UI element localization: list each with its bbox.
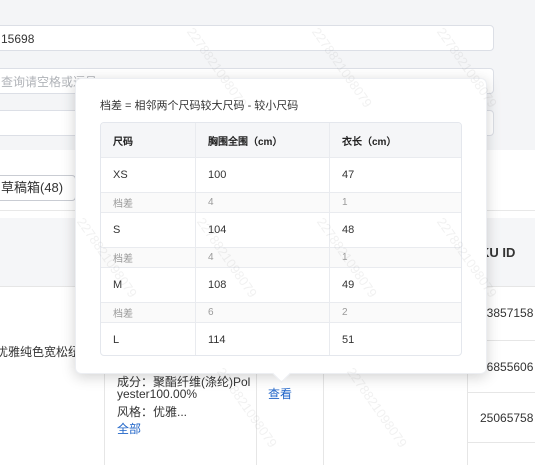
chest-cell: 100: [196, 158, 330, 192]
diff-label-cell: 档差: [101, 193, 196, 212]
table-row: L 114 51: [101, 323, 461, 355]
length-cell: 47: [342, 169, 355, 181]
table-row: 档差 6 2: [101, 303, 461, 323]
chest-cell: 114: [196, 323, 330, 355]
chest-diff-cell: 6: [196, 303, 330, 322]
product-id-input[interactable]: 15698: [0, 25, 494, 51]
view-link[interactable]: 查看: [268, 385, 292, 402]
sku-id: 25065758: [480, 411, 534, 425]
header-chest: 胸围全围（cm）: [196, 123, 330, 157]
length-diff-cell: 1: [342, 197, 348, 208]
show-all-link[interactable]: 全部: [117, 420, 141, 437]
popover-arrow: [272, 364, 291, 383]
table-row: XS 100 47: [101, 158, 461, 193]
table-row: S 104 48: [101, 213, 461, 248]
table-row: 档差 4 1: [101, 193, 461, 213]
size-cell: S: [101, 213, 196, 247]
chest-diff-cell: 4: [196, 248, 330, 267]
chest-cell: 104: [196, 213, 330, 247]
table-row: M 108 49: [101, 268, 461, 303]
chest-cell: 108: [196, 268, 330, 302]
size-chart-popover: 档差 = 相邻两个尺码较大尺码 - 较小尺码 尺码 胸围全围（cm） 衣长（cm…: [75, 78, 487, 383]
size-cell: XS: [101, 158, 196, 192]
watermark-text: 2278821098079: [343, 364, 411, 451]
header-length: 衣长（cm）: [342, 136, 397, 148]
row-divider: [467, 442, 535, 443]
length-diff-cell: 2: [342, 307, 348, 318]
length-cell: 51: [342, 333, 355, 346]
size-cell: M: [101, 268, 196, 302]
diff-label-cell: 档差: [101, 303, 196, 322]
row-divider: [467, 392, 535, 393]
attr-material-value: yester100.00%: [117, 387, 198, 401]
length-cell: 49: [342, 279, 355, 291]
size-table-header-row: 尺码 胸围全围（cm） 衣长（cm）: [101, 123, 461, 158]
length-cell: 48: [342, 224, 355, 236]
length-diff-cell: 1: [342, 252, 348, 263]
sku-id: 46855606: [480, 360, 534, 374]
size-cell: L: [101, 323, 196, 355]
table-row: 档差 4 1: [101, 248, 461, 268]
tab-drafts[interactable]: 草稿箱(48): [0, 175, 76, 201]
product-title[interactable]: 优雅纯色宽松纽: [0, 343, 80, 360]
chest-diff-cell: 4: [196, 193, 330, 212]
size-table: 尺码 胸围全围（cm） 衣长（cm） XS 100 47 档差 4 1 S 10…: [100, 122, 462, 356]
diff-label-cell: 档差: [101, 248, 196, 267]
sku-id: 03857158: [480, 306, 534, 320]
attr-style: 风格：优雅...: [117, 405, 188, 419]
size-diff-note: 档差 = 相邻两个尺码较大尺码 - 较小尺码: [100, 100, 299, 112]
header-size: 尺码: [101, 123, 196, 157]
